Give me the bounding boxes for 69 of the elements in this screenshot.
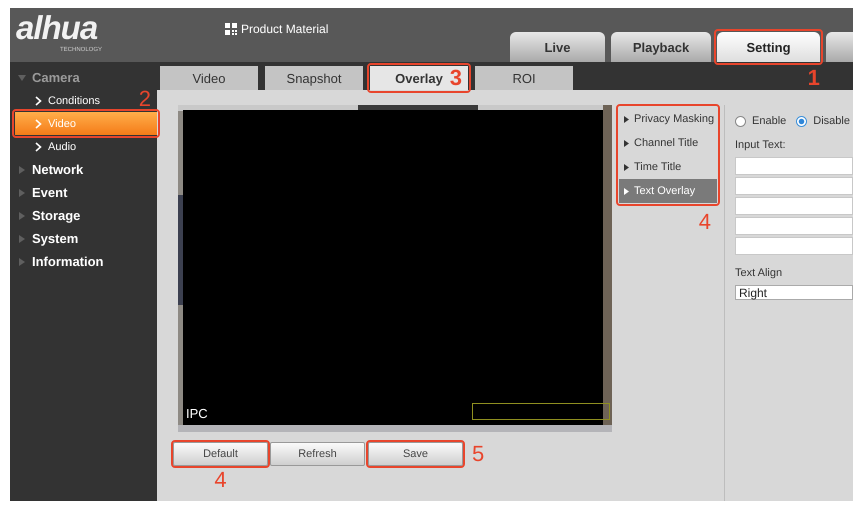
tab[interactable]: Overlay 3 bbox=[370, 66, 468, 90]
sidebar-label: Video bbox=[48, 118, 76, 130]
caret-down-icon bbox=[18, 74, 26, 82]
radio-button[interactable] bbox=[796, 116, 808, 126]
sidebar-subitem[interactable]: Audio bbox=[15, 135, 76, 158]
caret-right-icon bbox=[18, 234, 26, 242]
channel-title[interactable]: IPC bbox=[186, 406, 208, 421]
radio-label: Disable bbox=[813, 115, 850, 127]
input-field[interactable] bbox=[735, 237, 853, 255]
menu-label: Time Title bbox=[634, 161, 682, 173]
sidebar-item[interactable]: Network bbox=[10, 158, 157, 181]
sidebar-item[interactable]: System bbox=[10, 227, 157, 250]
product-material-link[interactable]: Product Material bbox=[241, 22, 328, 36]
text-align-dropdown[interactable]: Right bbox=[735, 285, 853, 300]
radio-button[interactable] bbox=[735, 116, 746, 126]
sidebar-subitem[interactable]: Conditions bbox=[15, 89, 100, 112]
menu-item[interactable]: Channel Title bbox=[619, 131, 717, 155]
caret-right-icon bbox=[18, 258, 26, 266]
menu-item[interactable]: Time Title bbox=[619, 155, 717, 179]
menu-label: Text Overlay bbox=[634, 185, 696, 197]
caret-right-icon bbox=[624, 140, 629, 146]
field-label: Text Align bbox=[735, 267, 784, 279]
tab[interactable]: Live bbox=[510, 32, 605, 62]
input-field[interactable] bbox=[735, 157, 853, 175]
radio-label: Enable bbox=[752, 115, 786, 127]
step-number: 5 bbox=[472, 443, 484, 465]
step-number: 2 bbox=[138, 88, 151, 110]
input-field[interactable] bbox=[735, 197, 853, 215]
caret-right-icon bbox=[18, 212, 26, 220]
caret-right-icon bbox=[624, 116, 629, 122]
tab[interactable] bbox=[826, 32, 853, 62]
chevron-right-icon bbox=[35, 96, 42, 106]
sidebar-label: Information bbox=[32, 254, 104, 269]
sidebar-label: Storage bbox=[32, 208, 80, 223]
tab[interactable]: Playback bbox=[611, 32, 711, 62]
menu-item[interactable]: Privacy Masking bbox=[619, 107, 717, 131]
sidebar-label: Camera bbox=[32, 70, 80, 85]
logo: alhua bbox=[16, 10, 98, 46]
sidebar-item[interactable]: Information bbox=[10, 250, 157, 273]
sidebar-label: Network bbox=[32, 162, 84, 177]
sidebar-label: Event bbox=[32, 185, 68, 200]
button[interactable]: Refresh bbox=[270, 442, 365, 466]
step-number: 3 bbox=[450, 67, 462, 89]
menu-label: Privacy Masking bbox=[634, 113, 714, 125]
qr-code-icon bbox=[225, 23, 237, 35]
menu-label: Channel Title bbox=[634, 137, 698, 149]
sidebar-label: Audio bbox=[48, 140, 76, 152]
text-overlay-region[interactable] bbox=[472, 403, 610, 420]
sidebar-item[interactable]: Storage bbox=[10, 204, 157, 227]
field-label: Input Text: bbox=[735, 139, 787, 151]
sidebar-item[interactable]: Camera bbox=[10, 66, 157, 89]
tab[interactable]: ROI bbox=[475, 66, 573, 90]
step-number: 1 bbox=[808, 67, 820, 89]
sidebar-label: System bbox=[32, 231, 78, 246]
tab[interactable]: Snapshot bbox=[265, 66, 363, 90]
tab[interactable]: Video bbox=[160, 66, 258, 90]
input-field[interactable] bbox=[735, 217, 853, 235]
caret-right-icon bbox=[624, 188, 629, 194]
sidebar-item[interactable]: Event bbox=[10, 181, 157, 204]
chevron-right-icon bbox=[35, 118, 42, 128]
caret-right-icon bbox=[624, 164, 629, 170]
step-number: 4 bbox=[698, 211, 711, 233]
caret-right-icon bbox=[18, 166, 26, 174]
input-field[interactable] bbox=[735, 177, 853, 195]
chevron-right-icon bbox=[35, 142, 42, 152]
sidebar-label: Conditions bbox=[48, 94, 100, 106]
caret-right-icon bbox=[18, 188, 26, 196]
menu-item[interactable]: Text Overlay bbox=[619, 179, 717, 203]
step-number: 4 bbox=[214, 469, 227, 491]
